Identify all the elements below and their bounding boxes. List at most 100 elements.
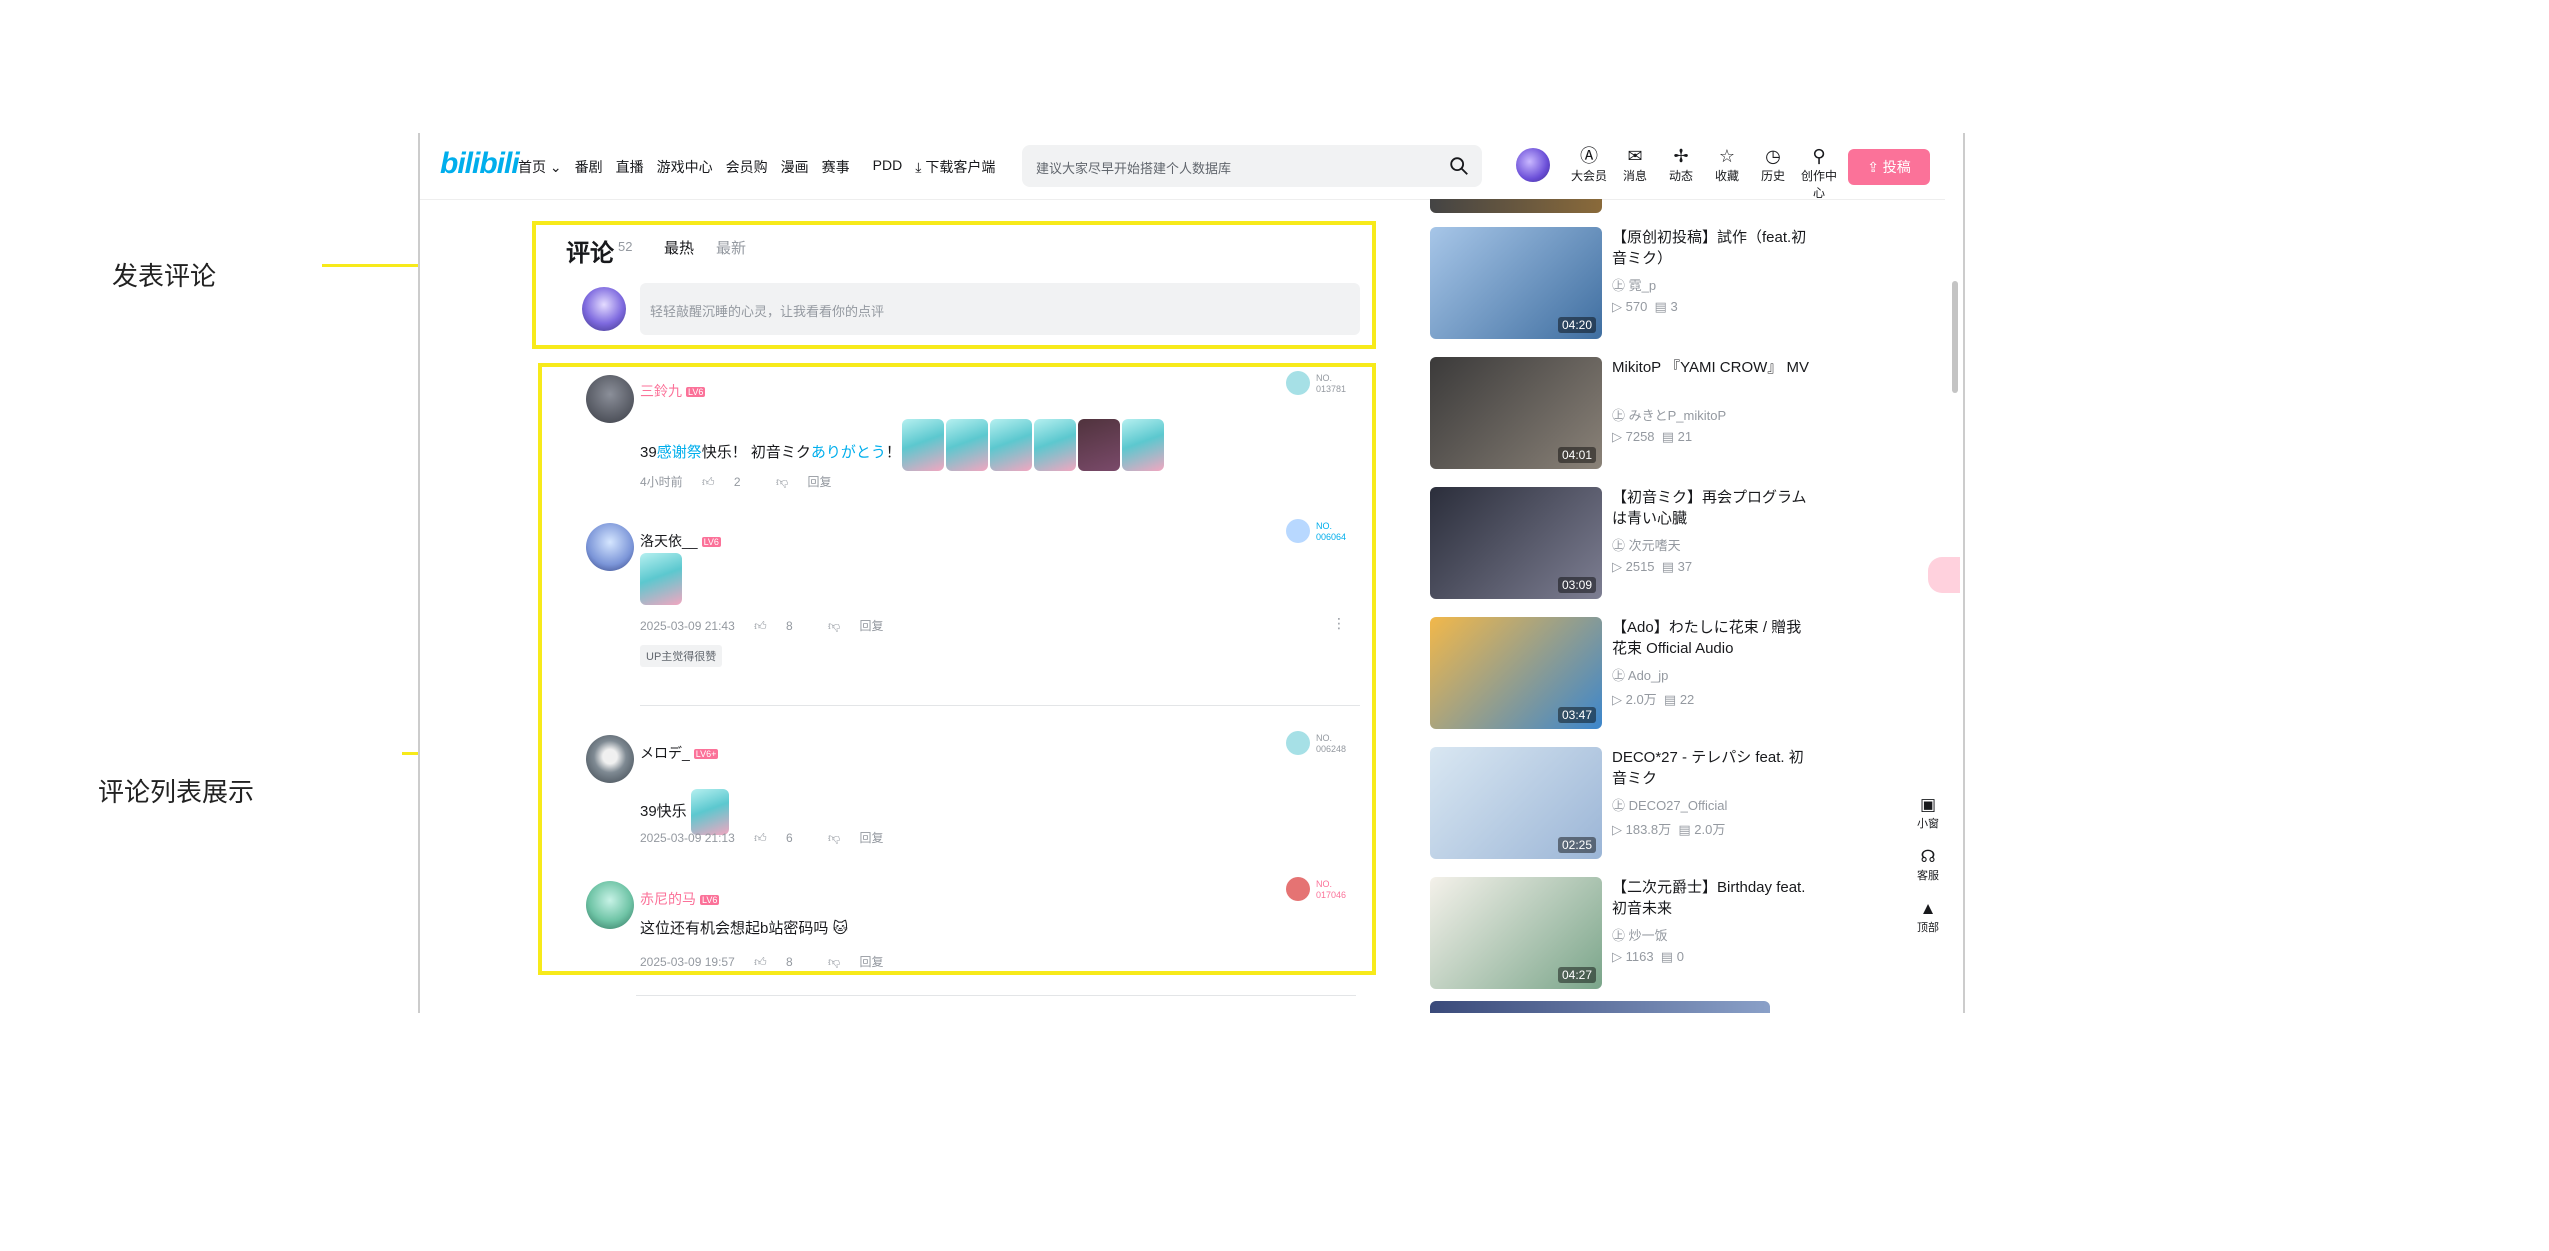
video-thumbnail[interactable]: 04:20 bbox=[1430, 227, 1602, 339]
like-button[interactable]: 👍︎ 2 bbox=[702, 475, 757, 489]
like-button[interactable]: 👍︎ 6 bbox=[754, 831, 809, 845]
reply-button[interactable]: 回复 bbox=[807, 475, 831, 489]
video-title[interactable]: 【初音ミク】再会プログラムは青い心臓 bbox=[1612, 487, 1812, 529]
fan-badge-icon bbox=[1286, 371, 1310, 395]
commenter-avatar[interactable] bbox=[586, 523, 634, 571]
upload-button[interactable]: ⇪ 投稿 bbox=[1848, 149, 1930, 185]
nav-live[interactable]: 直播 bbox=[616, 157, 644, 177]
dislike-icon[interactable]: 👎︎ bbox=[828, 619, 840, 633]
commenter-name[interactable]: 洛天依__ LV6 bbox=[640, 531, 721, 551]
nav-mall[interactable]: 会员购 bbox=[726, 157, 768, 177]
header-favorites[interactable]: ☆ 收藏 bbox=[1704, 145, 1750, 201]
search-bar[interactable]: 建议大家尽早开始搭建个人数据库 bbox=[1022, 145, 1482, 187]
like-button[interactable]: 👍︎ 8 bbox=[754, 619, 809, 633]
play-icon: ▷ bbox=[1612, 822, 1626, 837]
dislike-icon[interactable]: 👎︎ bbox=[828, 831, 840, 845]
mini-window-button[interactable]: ▣ 小窗 bbox=[1908, 795, 1948, 831]
video-thumbnail[interactable]: 04:27 bbox=[1430, 877, 1602, 989]
video-title[interactable]: 【二次元爵士】Birthday feat. 初音未来 bbox=[1612, 877, 1812, 919]
nav-pdd[interactable]: PDD bbox=[873, 157, 903, 177]
video-danmaku: 3 bbox=[1670, 299, 1678, 314]
up-icon: ㊤ bbox=[1612, 278, 1629, 293]
video-card[interactable]: 04:01 MikitoP 『YAMI CROW』 MV ㊤ みきとP_mikito… bbox=[1430, 357, 1809, 475]
video-plays: 2515 bbox=[1625, 559, 1655, 574]
customer-service-button[interactable]: ☊ 客服 bbox=[1908, 847, 1948, 883]
floating-translate-button[interactable] bbox=[1928, 557, 1960, 593]
comment-divider bbox=[636, 995, 1356, 996]
search-icon[interactable] bbox=[1448, 155, 1470, 177]
commenter-name[interactable]: メロデ_ LV6+ bbox=[640, 743, 719, 763]
miku-sticker bbox=[946, 419, 988, 471]
comment-meta: 4小时前 👍︎ 2 👎︎ 回复 bbox=[640, 473, 847, 490]
video-title[interactable]: MikitoP 『YAMI CROW』 MV bbox=[1612, 357, 1812, 378]
video-uploader[interactable]: ㊤ 霓_p bbox=[1612, 275, 1656, 294]
video-thumbnail-partial[interactable] bbox=[1430, 199, 1602, 213]
back-to-top-button[interactable]: ▲ 顶部 bbox=[1908, 899, 1948, 935]
nav-esports[interactable]: 赛事 bbox=[822, 157, 850, 177]
commenter-name[interactable]: 三鈴九 LV6 bbox=[640, 381, 706, 401]
comment-text-part: ！ bbox=[885, 444, 901, 461]
video-thumbnail[interactable]: 03:09 bbox=[1430, 487, 1602, 599]
video-uploader[interactable]: ㊤ 炒一饭 bbox=[1612, 925, 1668, 944]
video-thumbnail-partial[interactable] bbox=[1430, 1001, 1770, 1013]
favorites-label: 收藏 bbox=[1714, 169, 1739, 183]
like-count: 6 bbox=[785, 831, 793, 845]
nav-home[interactable]: 首页 ⌄ bbox=[518, 157, 562, 177]
commenter-avatar[interactable] bbox=[586, 375, 634, 423]
video-uploader[interactable]: ㊤ みきとP_mikitoP bbox=[1612, 405, 1726, 424]
video-stats: ▷ 570 ▤ 3 bbox=[1612, 299, 1678, 315]
header-dynamic[interactable]: ✢ 动态 bbox=[1658, 145, 1704, 201]
commenter-name[interactable]: 赤尼的马 LV6 bbox=[640, 889, 720, 909]
sort-new-tab[interactable]: 最新 bbox=[716, 237, 746, 258]
commenter-avatar[interactable] bbox=[586, 735, 634, 783]
comment-link[interactable]: ありがとう bbox=[811, 444, 886, 461]
annotation-comment-list: 评论列表展示 bbox=[98, 777, 255, 807]
video-title[interactable]: 【Ado】わたしに花束 / 贈我花束 Official Audio bbox=[1612, 617, 1812, 659]
video-card[interactable]: 04:27 【二次元爵士】Birthday feat. 初音未来㊤ 炒一饭 ▷ 11… bbox=[1430, 877, 1805, 995]
page-scrollbar[interactable] bbox=[1952, 281, 1958, 393]
header-message[interactable]: ✉ 消息 bbox=[1612, 145, 1658, 201]
video-uploader[interactable]: ㊤ Ado_jp bbox=[1612, 665, 1668, 684]
like-button[interactable]: 👍︎ 8 bbox=[754, 955, 809, 969]
video-thumbnail[interactable]: 03:47 bbox=[1430, 617, 1602, 729]
video-uploader[interactable]: ㊤ DECO27_Official bbox=[1612, 795, 1727, 814]
video-thumbnail[interactable]: 04:01 bbox=[1430, 357, 1602, 469]
current-user-avatar bbox=[582, 287, 626, 331]
header-history[interactable]: ◷ 历史 bbox=[1750, 145, 1796, 201]
bilibili-logo[interactable]: bilibili bbox=[440, 147, 520, 181]
more-options-icon[interactable]: ⋮ bbox=[1332, 615, 1346, 632]
commenter-avatar[interactable] bbox=[586, 881, 634, 929]
nav-manga[interactable]: 漫画 bbox=[781, 157, 809, 177]
reply-button[interactable]: 回复 bbox=[860, 955, 884, 969]
video-card[interactable]: 04:20 【原创初投稿】試作（feat.初音ミク）㊤ 霓_p ▷ 570 ▤ 3 bbox=[1430, 227, 1806, 345]
reply-button[interactable]: 回复 bbox=[860, 831, 884, 845]
video-card[interactable]: 03:47 【Ado】わたしに花束 / 贈我花束 Official Audio ㊤ … bbox=[1430, 617, 1801, 735]
dislike-icon[interactable]: 👎︎ bbox=[828, 955, 840, 969]
comment-meta: 2025-03-09 21:13 👍︎ 6 👎︎ 回复 bbox=[640, 829, 900, 846]
sort-hot-tab[interactable]: 最热 bbox=[664, 237, 694, 258]
user-avatar[interactable] bbox=[1516, 148, 1550, 182]
video-uploader[interactable]: ㊤ 次元嗜天 bbox=[1612, 535, 1681, 554]
video-uploader-name: 炒一饭 bbox=[1628, 928, 1668, 943]
header-creator[interactable]: ⚲ 创作中心 bbox=[1796, 145, 1842, 201]
danmaku-icon: ▤ bbox=[1656, 692, 1680, 707]
video-card[interactable]: 03:09 【初音ミク】再会プログラムは青い心臓㊤ 次元嗜天 ▷ 2515 ▤ 37 bbox=[1430, 487, 1807, 605]
comment-link[interactable]: 感谢祭 bbox=[657, 444, 702, 461]
search-input[interactable]: 建议大家尽早开始搭建个人数据库 bbox=[1036, 158, 1231, 177]
video-duration: 03:47 bbox=[1557, 707, 1596, 723]
like-count: 8 bbox=[785, 619, 793, 633]
dislike-icon[interactable]: 👎︎ bbox=[776, 475, 788, 489]
video-card[interactable]: 02:25 DECO*27 - テレパシ feat. 初音ミク㊤ DECO27_O… bbox=[1430, 747, 1804, 865]
video-thumbnail[interactable]: 02:25 bbox=[1430, 747, 1602, 859]
nav-game-center[interactable]: 游戏中心 bbox=[657, 157, 713, 177]
nav-anime[interactable]: 番剧 bbox=[575, 157, 603, 177]
video-danmaku: 37 bbox=[1677, 559, 1693, 574]
up-icon: ㊤ bbox=[1612, 798, 1629, 813]
video-title[interactable]: DECO*27 - テレパシ feat. 初音ミク bbox=[1612, 747, 1812, 789]
reply-button[interactable]: 回复 bbox=[860, 619, 884, 633]
dynamic-icon: ✢ bbox=[1673, 146, 1689, 166]
comment-input[interactable]: 轻轻敲醒沉睡的心灵，让我看看你的点评 bbox=[640, 283, 1360, 335]
nav-download-client[interactable]: ⤓ 下载客户端 bbox=[915, 157, 995, 177]
video-title[interactable]: 【原创初投稿】試作（feat.初音ミク） bbox=[1612, 227, 1812, 269]
header-vip[interactable]: Ⓐ 大会员 bbox=[1566, 145, 1612, 201]
